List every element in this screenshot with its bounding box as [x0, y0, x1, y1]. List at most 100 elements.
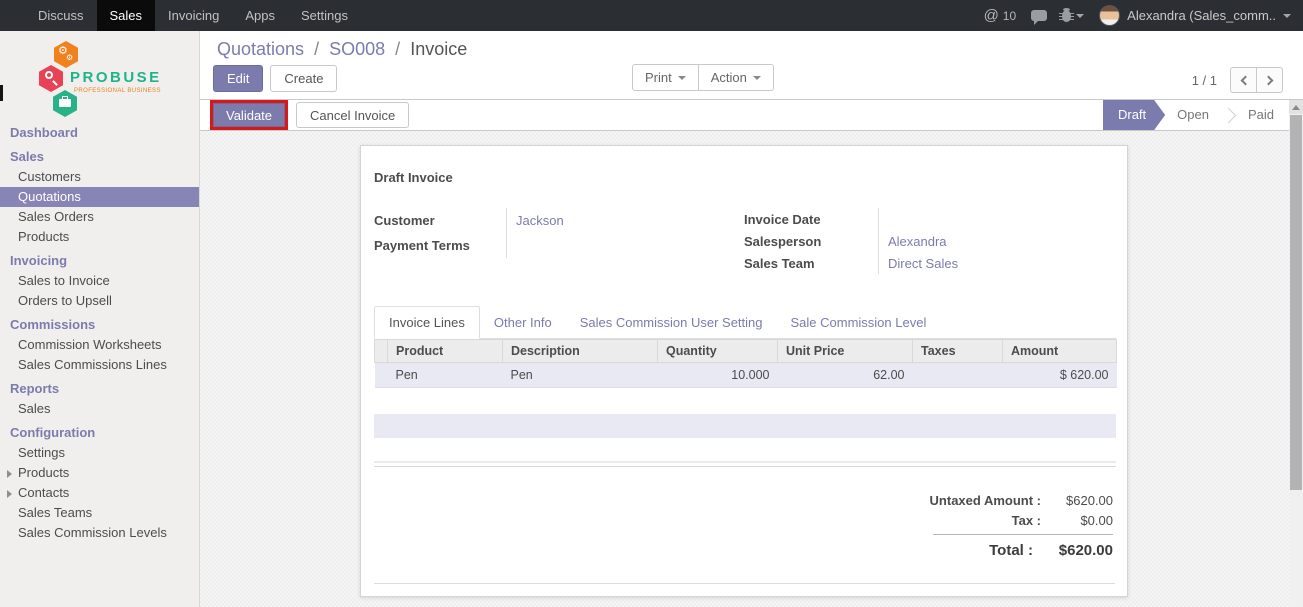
menu-settings[interactable]: Settings — [288, 0, 361, 31]
state-paid[interactable]: Paid — [1236, 100, 1286, 130]
table-row[interactable]: Pen Pen 10.000 62.00 $ 620.00 — [375, 363, 1117, 388]
sidebar: ⚙ ⚙ PROBUSE PROFESSIONAL BUSINESS Dashbo… — [0, 31, 200, 607]
sidebar-item-sales-to-invoice[interactable]: Sales to Invoice — [0, 271, 199, 291]
sidebar-item-config-contacts[interactable]: Contacts — [0, 483, 199, 503]
user-menu[interactable]: Alexandra (Sales_comm.. — [1099, 5, 1291, 26]
sidebar-item-sales-commission-levels[interactable]: Sales Commission Levels — [0, 523, 199, 543]
sidebar-header-commissions[interactable]: Commissions — [0, 315, 199, 335]
row-handle-cell — [375, 363, 388, 388]
sidebar-header-dashboard[interactable]: Dashboard — [0, 123, 199, 143]
cancel-invoice-button[interactable]: Cancel Invoice — [296, 102, 409, 128]
column-product[interactable]: Product — [388, 340, 503, 363]
sidebar-item-sales-commissions-lines[interactable]: Sales Commissions Lines — [0, 355, 199, 375]
payment-terms-value[interactable] — [506, 233, 726, 258]
briefcase-icon — [59, 99, 71, 107]
sidebar-item-orders-to-upsell[interactable]: Orders to Upsell — [0, 291, 199, 311]
customer-value[interactable]: Jackson — [506, 208, 726, 233]
tab-invoice-lines[interactable]: Invoice Lines — [374, 306, 480, 339]
sidebar-header-configuration[interactable]: Configuration — [0, 423, 199, 443]
create-button[interactable]: Create — [270, 65, 337, 92]
column-quantity[interactable]: Quantity — [658, 340, 778, 363]
action-label: Action — [711, 70, 747, 85]
pager-previous-button[interactable] — [1230, 67, 1257, 93]
sidebar-item-customers[interactable]: Customers — [0, 167, 199, 187]
magnifier-icon — [45, 71, 53, 79]
payment-terms-label: Payment Terms — [374, 233, 506, 258]
column-description[interactable]: Description — [503, 340, 658, 363]
column-amount[interactable]: Amount — [1003, 340, 1117, 363]
pager-next-button[interactable] — [1256, 67, 1283, 93]
statusbar-states: Draft Open Paid — [1103, 100, 1286, 130]
control-panel: Quotations / SO008 / Invoice Edit Create… — [200, 31, 1303, 100]
sidebar-item-label: Products — [18, 465, 69, 480]
chevron-down-icon — [1076, 14, 1084, 22]
state-open[interactable]: Open — [1165, 100, 1221, 130]
sidebar-item-reports-sales[interactable]: Sales — [0, 399, 199, 419]
breadcrumb-quotations[interactable]: Quotations — [217, 39, 304, 59]
chevron-right-icon[interactable] — [7, 490, 16, 498]
cell-description[interactable]: Pen — [503, 363, 658, 388]
state-draft[interactable]: Draft — [1103, 100, 1165, 130]
sidebar-item-quotations[interactable]: Quotations — [0, 187, 199, 207]
row-handle-column — [375, 340, 388, 363]
menu-sales[interactable]: Sales — [97, 0, 156, 31]
debug-menu[interactable] — [1062, 10, 1084, 22]
logo-hex-orange: ⚙ ⚙ — [54, 41, 78, 68]
column-taxes[interactable]: Taxes — [913, 340, 1003, 363]
sidebar-header-reports[interactable]: Reports — [0, 379, 199, 399]
cell-taxes[interactable] — [913, 363, 1003, 388]
top-bar: Discuss Sales Invoicing Apps Settings @ … — [0, 0, 1303, 31]
tab-other-info[interactable]: Other Info — [480, 307, 566, 338]
tab-sales-commission-user-setting[interactable]: Sales Commission User Setting — [566, 307, 777, 338]
validate-button[interactable]: Validate — [213, 103, 285, 127]
invoice-date-label: Invoice Date — [744, 208, 878, 230]
menu-discuss[interactable]: Discuss — [25, 0, 97, 31]
invoice-date-value[interactable] — [878, 208, 1116, 230]
column-unit-price[interactable]: Unit Price — [778, 340, 913, 363]
pager-buttons — [1230, 67, 1283, 93]
sidebar-item-settings[interactable]: Settings — [0, 443, 199, 463]
breadcrumb-separator: / — [314, 39, 319, 59]
cell-quantity[interactable]: 10.000 — [658, 363, 778, 388]
sidebar-item-label: Contacts — [18, 485, 69, 500]
sidebar-item-sales-orders[interactable]: Sales Orders — [0, 207, 199, 227]
scroll-up-button[interactable] — [1289, 100, 1303, 114]
chevron-right-icon[interactable] — [7, 470, 16, 478]
validate-highlight-annotation: Validate — [210, 100, 288, 130]
scrollbar-thumb[interactable] — [1290, 115, 1302, 490]
statusbar-buttons: Validate Cancel Invoice — [210, 100, 409, 130]
chat-icon[interactable] — [1031, 10, 1047, 21]
sidebar-item-products[interactable]: Products — [0, 227, 199, 247]
sidebar-item-commission-worksheets[interactable]: Commission Worksheets — [0, 335, 199, 355]
logo-hex-green — [53, 90, 77, 117]
sales-team-value[interactable]: Direct Sales — [878, 252, 1116, 274]
sidebar-item-config-products[interactable]: Products — [0, 463, 199, 483]
tab-sale-commission-level[interactable]: Sale Commission Level — [777, 307, 941, 338]
breadcrumb: Quotations / SO008 / Invoice — [217, 39, 467, 60]
print-dropdown-button[interactable]: Print — [632, 64, 699, 91]
activity-menu[interactable]: @ 10 — [984, 7, 1017, 24]
at-icon: @ — [984, 7, 999, 24]
sidebar-item-sales-teams[interactable]: Sales Teams — [0, 503, 199, 523]
breadcrumb-so008[interactable]: SO008 — [329, 39, 385, 59]
breadcrumb-separator: / — [395, 39, 400, 59]
cell-unit-price[interactable]: 62.00 — [778, 363, 913, 388]
salesperson-value[interactable]: Alexandra — [878, 230, 1116, 252]
cell-product[interactable]: Pen — [388, 363, 503, 388]
scrollbar[interactable] — [1289, 100, 1303, 607]
action-dropdown-button[interactable]: Action — [698, 64, 774, 91]
probuse-logo: ⚙ ⚙ PROBUSE PROFESSIONAL BUSINESS — [0, 39, 199, 119]
field-group-left: Customer Jackson Payment Terms — [374, 208, 726, 258]
cell-amount[interactable]: $ 620.00 — [1003, 363, 1117, 388]
activity-count-badge: 10 — [1003, 9, 1016, 23]
sidebar-header-sales[interactable]: Sales — [0, 147, 199, 167]
menu-apps[interactable]: Apps — [232, 0, 288, 31]
topbar-right: @ 10 Alexandra (Sales_comm.. — [984, 0, 1303, 31]
total-row: Total : $620.00 — [853, 538, 1113, 562]
sidebar-header-invoicing[interactable]: Invoicing — [0, 251, 199, 271]
sidebar-nav: Dashboard Sales Customers Quotations Sal… — [0, 123, 199, 543]
edit-button[interactable]: Edit — [213, 65, 263, 92]
main-area: Quotations / SO008 / Invoice Edit Create… — [200, 31, 1303, 607]
totals-block: Untaxed Amount : $620.00 Tax : $0.00 Tot… — [853, 490, 1113, 562]
menu-invoicing[interactable]: Invoicing — [155, 0, 232, 31]
